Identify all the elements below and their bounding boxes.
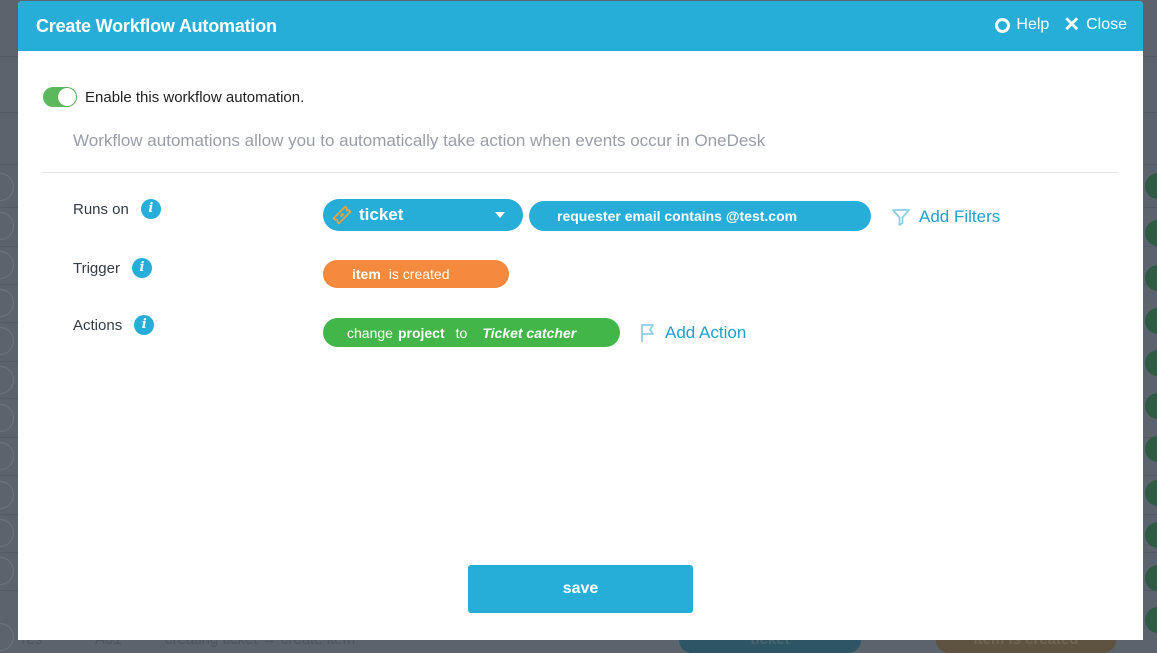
action-connector: to <box>455 324 468 341</box>
close-label: Close <box>1086 16 1127 33</box>
info-icon[interactable]: i <box>131 258 152 278</box>
bg-status-dot <box>1145 350 1157 376</box>
item-type-value: ticket <box>359 205 404 224</box>
filter-pill[interactable]: requester email contains @test.com <box>529 201 871 231</box>
toggle-knob <box>58 88 76 106</box>
trigger-event: is created <box>388 266 450 282</box>
modal-title: Create Workflow Automation <box>36 16 277 36</box>
bg-radio <box>0 173 14 201</box>
bg-status-dot <box>1145 565 1157 591</box>
header-actions: Help ✕ Close <box>995 14 1127 36</box>
help-button[interactable]: Help <box>995 16 1049 34</box>
actions-label: Actions <box>73 316 123 334</box>
bg-radio <box>0 366 14 394</box>
lifebuoy-icon <box>995 17 1011 33</box>
save-button[interactable]: save <box>468 565 693 613</box>
trigger-pill[interactable]: item is created <box>323 260 509 288</box>
bg-radio <box>0 404 14 432</box>
enable-toggle-row: Enable this workflow automation. <box>43 87 304 107</box>
info-icon[interactable]: i <box>140 199 161 219</box>
action-pill[interactable]: change project to Ticket catcher <box>323 318 620 347</box>
flag-icon <box>641 324 654 342</box>
runs-on-label: Runs on <box>73 200 129 218</box>
trigger-subject: item <box>352 266 381 282</box>
bg-status-dot <box>1145 220 1157 246</box>
ticket-icon <box>332 205 352 225</box>
description-text: Workflow automations allow you to automa… <box>73 131 766 150</box>
action-value: Ticket catcher <box>482 324 577 341</box>
bg-status-dot <box>1145 522 1157 548</box>
actions-label-group: Actions i <box>73 315 155 335</box>
bg-radio <box>0 212 14 240</box>
enable-toggle-label: Enable this workflow automation. <box>85 88 305 106</box>
divider <box>42 172 1118 173</box>
action-field: project <box>397 324 445 341</box>
bg-status-dot <box>1145 308 1157 334</box>
add-filters-button[interactable]: Add Filters <box>891 207 1000 227</box>
bg-radio <box>0 481 14 509</box>
workflow-automation-modal: Create Workflow Automation Help ✕ Close … <box>18 1 1143 640</box>
item-type-dropdown[interactable]: ticket <box>323 199 523 231</box>
enable-toggle[interactable] <box>43 87 77 107</box>
chevron-down-icon <box>495 212 505 218</box>
bg-status-dot <box>1145 265 1157 291</box>
bg-radio <box>0 623 14 651</box>
bg-status-dot <box>1145 607 1157 633</box>
bg-status-dot <box>1145 480 1157 506</box>
bg-radio <box>0 442 14 470</box>
bg-status-dot <box>1145 436 1157 462</box>
runs-on-label-group: Runs on i <box>73 199 161 219</box>
bg-status-dot <box>1145 393 1157 419</box>
bg-radio <box>0 557 14 585</box>
action-verb: change <box>347 324 393 341</box>
bg-radio <box>0 289 14 317</box>
add-action-button[interactable]: Add Action <box>639 322 746 344</box>
add-filters-label: Add Filters <box>919 207 1001 226</box>
filter-icon <box>892 209 910 226</box>
modal-header: Create Workflow Automation Help ✕ Close <box>18 1 1143 51</box>
info-icon[interactable]: i <box>134 315 155 335</box>
bg-radio <box>0 519 14 547</box>
help-label: Help <box>1016 16 1050 33</box>
trigger-label-group: Trigger i <box>73 258 152 278</box>
bg-radio <box>0 251 14 279</box>
trigger-label: Trigger <box>73 259 120 277</box>
close-icon: ✕ <box>1063 14 1081 36</box>
add-action-label: Add Action <box>665 323 747 342</box>
bg-status-dot <box>1145 173 1157 199</box>
close-button[interactable]: ✕ Close <box>1063 14 1127 36</box>
bg-radio <box>0 327 14 355</box>
